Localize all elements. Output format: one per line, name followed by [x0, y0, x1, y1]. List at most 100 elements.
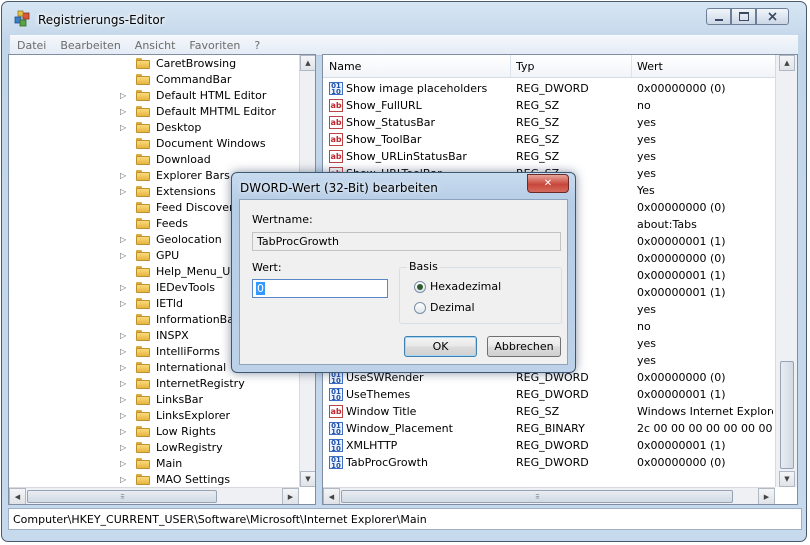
- list-hscroll-thumb[interactable]: ⁝⁝⁝: [341, 490, 733, 503]
- table-row[interactable]: 01 10 Window_Placement REG_BINARY 2c 00 00 0…: [323, 420, 775, 437]
- tree-item[interactable]: ▷ Desktop: [9, 120, 299, 136]
- tree-item[interactable]: ▷ Default HTML Editor: [9, 88, 299, 104]
- expand-arrow-icon[interactable]: ▷: [120, 347, 126, 356]
- menu-bearbeiten[interactable]: Bearbeiten: [53, 39, 127, 52]
- expand-arrow-icon[interactable]: ▷: [120, 379, 126, 388]
- tree-item-label: Default MHTML Editor: [156, 105, 276, 118]
- expand-arrow-icon[interactable]: ▷: [120, 395, 126, 404]
- scroll-up-button[interactable]: ▲: [300, 55, 315, 71]
- tree-item-label: Document Windows: [156, 137, 266, 150]
- scroll-left-button[interactable]: ◀: [9, 488, 26, 504]
- expand-arrow-icon[interactable]: ▷: [120, 331, 126, 340]
- folder-icon: [136, 282, 150, 293]
- value-data-input[interactable]: 0: [252, 279, 388, 298]
- scroll-down-button[interactable]: ▼: [300, 471, 315, 487]
- table-row[interactable]: 01 10 XMLHTTP REG_DWORD 0x00000001 (1): [323, 437, 775, 454]
- minimize-button[interactable]: [706, 8, 731, 25]
- tree-item[interactable]: ▷ Main: [9, 456, 299, 472]
- cell-value: yes: [637, 337, 657, 350]
- tree-item-label: IntelliForms: [156, 345, 220, 358]
- expand-arrow-icon[interactable]: ▷: [120, 411, 126, 420]
- tree-item[interactable]: ▷ Default MHTML Editor: [9, 104, 299, 120]
- expand-arrow-icon[interactable]: ▷: [120, 443, 126, 452]
- column-header-value[interactable]: Wert: [637, 60, 663, 73]
- folder-icon: [136, 186, 150, 197]
- cancel-button[interactable]: Abbrechen: [487, 336, 561, 357]
- column-header-name[interactable]: Name: [329, 60, 361, 73]
- tree-horizontal-scrollbar[interactable]: ◀ ▶ ⁝⁝⁝: [9, 487, 299, 504]
- cell-value: 0x00000001 (1): [637, 286, 726, 299]
- table-row[interactable]: ab Show_URLinStatusBar REG_SZ yes: [323, 148, 775, 165]
- scroll-right-button[interactable]: ▶: [282, 488, 299, 504]
- expand-arrow-icon[interactable]: ▷: [120, 299, 126, 308]
- tree-item-label: Extensions: [156, 185, 216, 198]
- tree-item[interactable]: ▷ LowRegistry: [9, 440, 299, 456]
- radio-decimal[interactable]: [414, 302, 426, 314]
- minimize-icon: [714, 18, 723, 21]
- table-row[interactable]: ab Show_ToolBar REG_SZ yes: [323, 131, 775, 148]
- menu-favoriten[interactable]: Favoriten: [182, 39, 247, 52]
- expand-arrow-icon[interactable]: ▷: [120, 283, 126, 292]
- tree-item-label: CaretBrowsing: [156, 57, 237, 70]
- tree-hscroll-thumb[interactable]: ⁝⁝⁝: [27, 490, 217, 503]
- table-row[interactable]: 01 10 Show image placeholders REG_DWORD 0x00…: [323, 80, 775, 97]
- folder-icon: [136, 154, 150, 165]
- list-vertical-scrollbar[interactable]: ▲ ▼: [775, 55, 797, 487]
- decimal-label[interactable]: Dezimal: [430, 301, 475, 314]
- folder-icon: [136, 346, 150, 357]
- folder-icon: [136, 362, 150, 373]
- tree-item-label: Main: [156, 457, 183, 470]
- scroll-right-button[interactable]: ▶: [758, 488, 775, 504]
- folder-icon: [136, 250, 150, 261]
- ok-button[interactable]: OK: [404, 336, 477, 357]
- scroll-left-button[interactable]: ◀: [323, 488, 340, 504]
- tree-item-label: LinksBar: [156, 393, 204, 406]
- expand-arrow-icon[interactable]: ▷: [120, 235, 126, 244]
- tree-item[interactable]: Download: [9, 152, 299, 168]
- expand-arrow-icon[interactable]: ▷: [120, 475, 126, 484]
- tree-item[interactable]: ▷ MAO Settings: [9, 472, 299, 488]
- tree-item[interactable]: ▷ LinksBar: [9, 392, 299, 408]
- table-row[interactable]: ab Window Title REG_SZ Windows Internet Exp…: [323, 403, 775, 420]
- list-scroll-thumb[interactable]: [780, 361, 794, 469]
- expand-arrow-icon[interactable]: ▷: [120, 91, 126, 100]
- expand-arrow-icon[interactable]: ▷: [120, 251, 126, 260]
- menu-ansicht[interactable]: Ansicht: [128, 39, 183, 52]
- expand-arrow-icon[interactable]: ▷: [120, 459, 126, 468]
- tree-item[interactable]: Document Windows: [9, 136, 299, 152]
- tree-item[interactable]: ▷ LinksExplorer: [9, 408, 299, 424]
- menu-help[interactable]: ?: [247, 39, 267, 52]
- tree-item[interactable]: CommandBar: [9, 72, 299, 88]
- list-header: Name Typ Wert: [323, 55, 775, 78]
- maximize-button[interactable]: [731, 8, 756, 25]
- tree-item[interactable]: ▷ InternetRegistry: [9, 376, 299, 392]
- cell-type: REG_SZ: [516, 405, 560, 418]
- cell-value: Windows Internet Explorer: [637, 405, 773, 418]
- value-data-label: Wert:: [252, 261, 282, 274]
- radio-hexadecimal[interactable]: [414, 281, 426, 293]
- table-row[interactable]: ab Show_StatusBar REG_SZ yes: [323, 114, 775, 131]
- scroll-down-button[interactable]: ▼: [779, 471, 795, 487]
- table-row[interactable]: 01 10 TabProcGrowth REG_DWORD 0x00000000 (0): [323, 454, 775, 471]
- scroll-up-button[interactable]: ▲: [779, 55, 795, 71]
- title-bar[interactable]: Registrierungs-Editor: [2, 2, 806, 34]
- expand-arrow-icon[interactable]: ▷: [120, 123, 126, 132]
- expand-arrow-icon[interactable]: ▷: [120, 427, 126, 436]
- column-header-type[interactable]: Typ: [516, 60, 535, 73]
- column-divider[interactable]: [510, 55, 511, 77]
- table-row[interactable]: ab Show_FullURL REG_SZ no: [323, 97, 775, 114]
- tree-item[interactable]: CaretBrowsing: [9, 56, 299, 72]
- table-row[interactable]: 01 10 UseThemes REG_DWORD 0x00000001 (1): [323, 386, 775, 403]
- close-button[interactable]: [756, 8, 789, 25]
- expand-arrow-icon[interactable]: ▷: [120, 187, 126, 196]
- menu-datei[interactable]: Datei: [10, 39, 53, 52]
- expand-arrow-icon[interactable]: ▷: [120, 171, 126, 180]
- expand-arrow-icon[interactable]: ▷: [120, 107, 126, 116]
- column-divider[interactable]: [631, 55, 632, 77]
- tree-item[interactable]: ▷ Low Rights: [9, 424, 299, 440]
- tree-item-label: InternetRegistry: [156, 377, 245, 390]
- list-horizontal-scrollbar[interactable]: ◀ ▶ ⁝⁝⁝: [323, 487, 775, 504]
- hexadecimal-label[interactable]: Hexadezimal: [430, 280, 501, 293]
- expand-arrow-icon[interactable]: ▷: [120, 363, 126, 372]
- dialog-close-button[interactable]: ✕: [527, 174, 569, 193]
